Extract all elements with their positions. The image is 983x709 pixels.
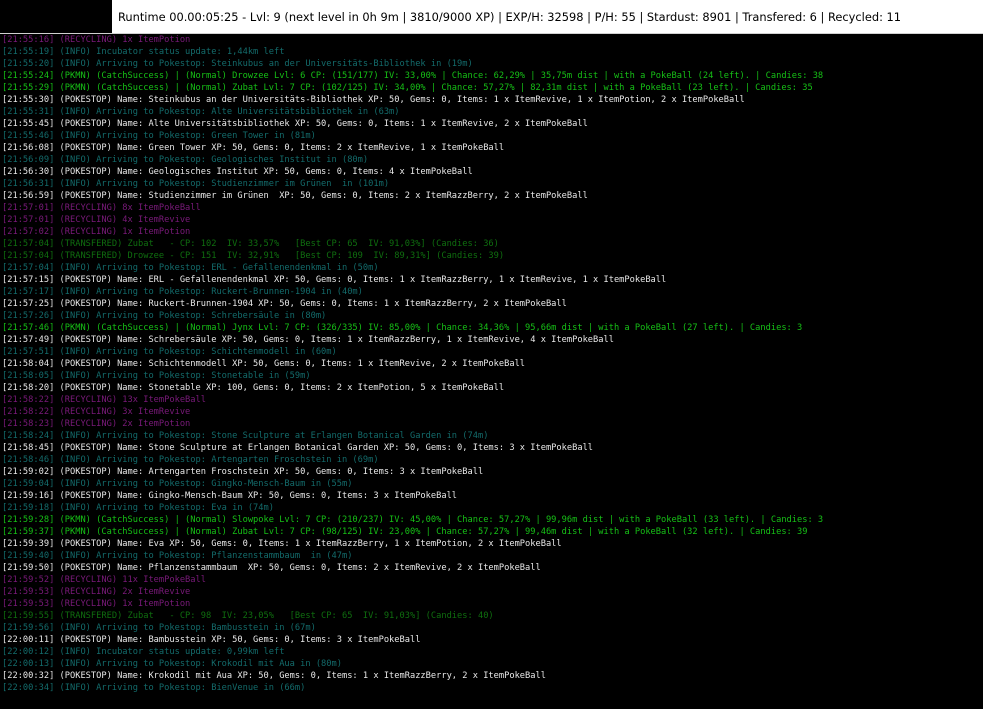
log-line-info: [22:00:34] (INFO) Arriving to Pokestop: … (2, 683, 306, 693)
log-line-catch: [21:57:46] (PKMN) (CatchSuccess) | (Norm… (2, 323, 803, 333)
log-line-pokestop: [21:59:50] (POKESTOP) Name: Pflanzenstam… (2, 563, 541, 573)
log-line-pokestop: [21:55:45] (POKESTOP) Name: Alte Univers… (2, 119, 588, 129)
log-line-info: [21:55:46] (INFO) Arriving to Pokestop: … (2, 131, 316, 141)
log-line-recycling: [21:57:02] (RECYCLING) 1x ItemPotion (2, 227, 191, 237)
log-line-transfered: [21:59:55] (TRANSFERED) Zubat - CP: 98 I… (2, 611, 494, 621)
log-line-info: [21:55:19] (INFO) Incubator status updat… (2, 47, 285, 57)
log-line-pokestop: [21:56:59] (POKESTOP) Name: Studienzimme… (2, 191, 588, 201)
log-line-transfered: [21:57:04] (TRANSFERED) Zubat - CP: 102 … (2, 239, 499, 249)
log-line-info: [21:55:20] (INFO) Arriving to Pokestop: … (2, 59, 473, 69)
log-line-pokestop: [21:59:02] (POKESTOP) Name: Artengarten … (2, 467, 484, 477)
log-line-transfered: [21:57:04] (TRANSFERED) Drowzee - CP: 15… (2, 251, 505, 261)
log-line-recycling: [21:59:53] (RECYCLING) 1x ItemPotion (2, 599, 191, 609)
log-line-info: [21:55:31] (INFO) Arriving to Pokestop: … (2, 107, 400, 117)
log-line-info: [21:59:56] (INFO) Arriving to Pokestop: … (2, 623, 316, 633)
log-line-pokestop: [22:00:32] (POKESTOP) Name: Krokodil mit… (2, 671, 546, 681)
log-line-pokestop: [21:57:15] (POKESTOP) Name: ERL - Gefall… (2, 275, 667, 285)
log-line-info: [21:59:04] (INFO) Arriving to Pokestop: … (2, 479, 353, 489)
log-line-recycling: [21:58:22] (RECYCLING) 13x ItemPokeBall (2, 395, 206, 405)
log-line-info: [21:59:40] (INFO) Arriving to Pokestop: … (2, 551, 353, 561)
log-line-info: [21:56:09] (INFO) Arriving to Pokestop: … (2, 155, 369, 165)
console-output[interactable]: [21:55:16] (RECYCLING) 1x ItemPotion [21:… (0, 34, 983, 709)
log-line-info: [21:59:18] (INFO) Arriving to Pokestop: … (2, 503, 274, 513)
log-line-info: [21:56:31] (INFO) Arriving to Pokestop: … (2, 179, 390, 189)
log-line-recycling: [21:57:01] (RECYCLING) 4x ItemRevive (2, 215, 191, 225)
log-line-info: [21:57:51] (INFO) Arriving to Pokestop: … (2, 347, 337, 357)
log-line-pokestop: [21:59:16] (POKESTOP) Name: Gingko-Mensc… (2, 491, 458, 501)
app-icon-area (0, 0, 112, 33)
log-line-pokestop: [21:58:45] (POKESTOP) Name: Stone Sculpt… (2, 443, 594, 453)
window-titlebar[interactable]: Runtime 00.00:05:25 - Lvl: 9 (next level… (0, 0, 983, 34)
log-line-pokestop: [22:00:11] (POKESTOP) Name: Bambusstein … (2, 635, 421, 645)
log-line-info: [22:00:12] (INFO) Incubator status updat… (2, 647, 285, 657)
log-line-info: [21:57:26] (INFO) Arriving to Pokestop: … (2, 311, 327, 321)
log-line-info: [22:00:13] (INFO) Arriving to Pokestop: … (2, 659, 342, 669)
window-title: Runtime 00.00:05:25 - Lvl: 9 (next level… (118, 10, 902, 24)
log-line-catch: [21:55:29] (PKMN) (CatchSuccess) | (Norm… (2, 83, 813, 93)
log-line-pokestop: [21:55:30] (POKESTOP) Name: Steinkubus a… (2, 95, 745, 105)
log-line-pokestop: [21:57:49] (POKESTOP) Name: Schrebersäul… (2, 335, 614, 345)
log-line-recycling: [21:59:52] (RECYCLING) 11x ItemPokeBall (2, 575, 206, 585)
log-line-catch: [21:59:37] (PKMN) (CatchSuccess) | (Norm… (2, 527, 808, 537)
log-line-recycling: [21:58:22] (RECYCLING) 3x ItemRevive (2, 407, 191, 417)
log-line-pokestop: [21:59:39] (POKESTOP) Name: Eva XP: 50, … (2, 539, 562, 549)
log-line-recycling: [21:59:53] (RECYCLING) 2x ItemRevive (2, 587, 191, 597)
log-line-pokestop: [21:56:30] (POKESTOP) Name: Geologisches… (2, 167, 473, 177)
log-line-catch: [21:59:28] (PKMN) (CatchSuccess) | (Norm… (2, 515, 824, 525)
log-line-info: [21:58:05] (INFO) Arriving to Pokestop: … (2, 371, 311, 381)
log-line-pokestop: [21:58:20] (POKESTOP) Name: Stonetable X… (2, 383, 505, 393)
log-line-info: [21:58:24] (INFO) Arriving to Pokestop: … (2, 431, 489, 441)
log-line-catch: [21:55:24] (PKMN) (CatchSuccess) | (Norm… (2, 71, 824, 81)
log-line-recycling: [21:57:01] (RECYCLING) 8x ItemPokeBall (2, 203, 201, 213)
log-line-recycling: [21:58:23] (RECYCLING) 2x ItemPotion (2, 419, 191, 429)
log-line-pokestop: [21:56:08] (POKESTOP) Name: Green Tower … (2, 143, 505, 153)
log-line-pokestop: [21:58:04] (POKESTOP) Name: Schichtenmod… (2, 359, 526, 369)
log-line-recycling: [21:55:16] (RECYCLING) 1x ItemPotion (2, 35, 191, 45)
log-line-info: [21:57:17] (INFO) Arriving to Pokestop: … (2, 287, 363, 297)
log-line-info: [21:58:46] (INFO) Arriving to Pokestop: … (2, 455, 379, 465)
log-line-pokestop: [21:57:25] (POKESTOP) Name: Ruckert-Brun… (2, 299, 567, 309)
log-line-info: [21:57:04] (INFO) Arriving to Pokestop: … (2, 263, 379, 273)
